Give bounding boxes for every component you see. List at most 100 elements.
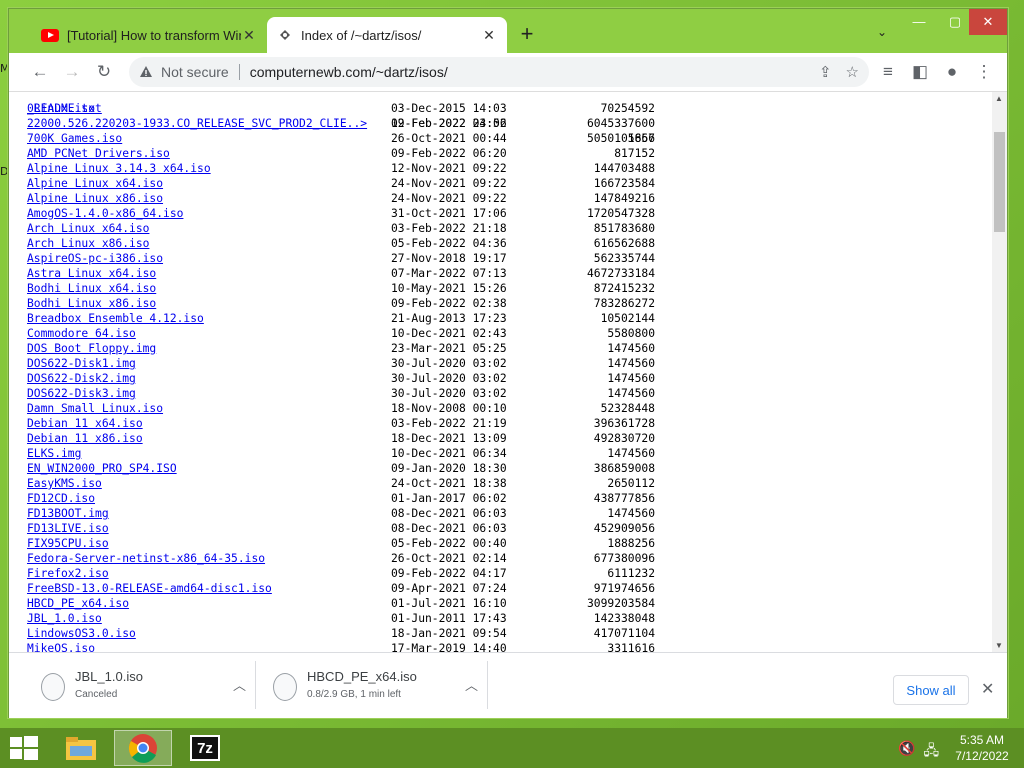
chevron-up-icon[interactable]: ︿ bbox=[465, 675, 478, 694]
file-link[interactable]: JBL_1.0.iso bbox=[27, 611, 102, 626]
file-date: 09-Apr-2021 07:24 bbox=[391, 582, 507, 595]
file-link[interactable]: Bodhi Linux x86.iso bbox=[27, 296, 156, 311]
show-all-button[interactable]: Show all bbox=[893, 675, 969, 705]
forward-arrow-icon[interactable]: → bbox=[61, 61, 83, 83]
download-item[interactable]: HBCD_PE_x64.iso 0.8/2.9 GB, 1 min left ︿ bbox=[257, 661, 488, 709]
clock[interactable]: 5:35 AM 7/12/2022 bbox=[950, 732, 1014, 764]
file-link[interactable]: AMD PCNet Drivers.iso bbox=[27, 146, 170, 161]
file-link[interactable]: Breadbox Ensemble 4.12.iso bbox=[27, 311, 204, 326]
close-tab-icon[interactable]: ✕ bbox=[241, 27, 257, 44]
file-date: 10-May-2021 15:26 bbox=[391, 282, 507, 295]
side-panel-icon[interactable]: ◧ bbox=[909, 61, 931, 83]
list-item: AmogOS-1.4.0-x86_64.iso 31-Oct-2021 17:06… bbox=[27, 206, 655, 221]
close-tab-icon[interactable]: ✕ bbox=[481, 27, 497, 44]
file-date: 24-Nov-2021 09:22 bbox=[391, 192, 507, 205]
tab-tutorial[interactable]: [Tutorial] How to transform Wind ✕ bbox=[31, 17, 267, 53]
url-text[interactable]: computernewb.com/~dartz/isos/ bbox=[250, 64, 448, 80]
file-link[interactable]: 22000.526.220203-1933.CO_RELEASE_SVC_PRO… bbox=[27, 116, 367, 131]
warning-icon[interactable] bbox=[139, 65, 153, 79]
file-link[interactable]: 0Linux.iso bbox=[27, 101, 95, 116]
file-link[interactable]: Arch Linux x86.iso bbox=[27, 236, 149, 251]
tab-index[interactable]: Index of /~dartz/isos/ ✕ bbox=[267, 17, 507, 53]
file-link[interactable]: Damn Small Linux.iso bbox=[27, 401, 163, 416]
file-link[interactable]: 700K Games.iso bbox=[27, 131, 122, 146]
share-icon[interactable]: ⇪ bbox=[819, 63, 832, 81]
file-link[interactable]: ELKS.img bbox=[27, 446, 81, 461]
file-link[interactable]: LindowsOS3.0.iso bbox=[27, 626, 136, 641]
file-link[interactable]: AmogOS-1.4.0-x86_64.iso bbox=[27, 206, 183, 221]
file-link[interactable]: Fedora-Server-netinst-x86_64-35.iso bbox=[27, 551, 265, 566]
scroll-up-icon[interactable]: ▲ bbox=[995, 94, 1003, 103]
chrome-icon[interactable] bbox=[114, 730, 172, 766]
address-bar[interactable]: Not secure computernewb.com/~dartz/isos/… bbox=[129, 57, 869, 87]
close-icon[interactable]: ✕ bbox=[981, 679, 994, 699]
new-tab-button[interactable]: + bbox=[517, 23, 537, 45]
profile-avatar-icon[interactable]: ● bbox=[941, 61, 963, 83]
file-link[interactable]: Commodore 64.iso bbox=[27, 326, 136, 341]
file-size: 70254592 bbox=[600, 102, 655, 115]
file-date: 03-Feb-2022 21:19 bbox=[391, 417, 507, 430]
file-link[interactable]: FD13LIVE.iso bbox=[27, 521, 109, 536]
file-link[interactable]: Alpine Linux x64.iso bbox=[27, 176, 163, 191]
file-size: 417071104 bbox=[593, 627, 655, 640]
file-date: 05-Feb-2022 00:40 bbox=[391, 537, 507, 550]
file-link[interactable]: HBCD_PE_x64.iso bbox=[27, 596, 129, 611]
file-date: 17-Mar-2019 14:40 bbox=[391, 642, 507, 652]
file-link[interactable]: Bodhi Linux x64.iso bbox=[27, 281, 156, 296]
vertical-scrollbar[interactable]: ▲ ▼ bbox=[992, 92, 1007, 652]
file-size: 1474560 bbox=[607, 387, 655, 400]
file-link[interactable]: FD12CD.iso bbox=[27, 491, 95, 506]
7zip-icon[interactable]: 7z bbox=[176, 730, 234, 766]
menu-kebab-icon[interactable]: ⋮ bbox=[973, 61, 995, 83]
file-date: 12-Feb-2022 23:56 bbox=[391, 117, 507, 130]
list-item: Commodore 64.iso 10-Dec-2021 02:43 5580800 bbox=[27, 326, 655, 341]
scrollbar-thumb[interactable] bbox=[994, 132, 1005, 232]
file-link[interactable]: Alpine Linux 3.14.3 x64.iso bbox=[27, 161, 211, 176]
windows-start-icon[interactable] bbox=[10, 736, 38, 760]
list-item: JBL_1.0.iso 01-Jun-2011 17:43 142338048 bbox=[27, 611, 655, 626]
file-link[interactable]: EasyKMS.iso bbox=[27, 476, 102, 491]
list-item: Bodhi Linux x86.iso 09-Feb-2022 02:38 7832… bbox=[27, 296, 655, 311]
toolbar: ← → ↻ Not secure computernewb.com/~dartz… bbox=[9, 53, 1007, 92]
file-link[interactable]: DOS Boot Floppy.img bbox=[27, 341, 156, 356]
file-link[interactable]: DOS622-Disk2.img bbox=[27, 371, 136, 386]
list-item: AMD PCNet Drivers.iso 09-Feb-2022 06:20 81… bbox=[27, 146, 655, 161]
media-control-icon[interactable]: ≡ bbox=[877, 61, 899, 83]
file-link[interactable]: FreeBSD-13.0-RELEASE-amd64-disc1.iso bbox=[27, 581, 272, 596]
file-link[interactable]: Astra Linux x64.iso bbox=[27, 266, 156, 281]
file-link[interactable]: Debian 11 x86.iso bbox=[27, 431, 143, 446]
file-link[interactable]: Firefox2.iso bbox=[27, 566, 109, 581]
file-date: 09-Feb-2022 06:20 bbox=[391, 147, 507, 160]
chevron-up-icon[interactable]: ︿ bbox=[233, 675, 246, 694]
file-date: 09-Jan-2020 18:30 bbox=[391, 462, 507, 475]
file-link[interactable]: Alpine Linux x86.iso bbox=[27, 191, 163, 206]
file-link[interactable]: DOS622-Disk1.img bbox=[27, 356, 136, 371]
file-link[interactable]: DOS622-Disk3.img bbox=[27, 386, 136, 401]
list-item: ELKS.img 10-Dec-2021 06:34 1474560 bbox=[27, 446, 655, 461]
file-link[interactable]: MikeOS.iso bbox=[27, 641, 95, 652]
file-link[interactable]: EN_WIN2000_PRO_SP4.ISO bbox=[27, 461, 177, 476]
volume-muted-icon[interactable]: 🔇 bbox=[898, 740, 915, 764]
file-link[interactable]: AspireOS-pc-i386.iso bbox=[27, 251, 163, 266]
file-explorer-icon[interactable] bbox=[52, 730, 110, 766]
scroll-down-icon[interactable]: ▼ bbox=[995, 641, 1003, 650]
file-link[interactable]: Arch Linux x64.iso bbox=[27, 221, 149, 236]
list-item: EN_WIN2000_PRO_SP4.ISO 09-Jan-2020 18:30 3… bbox=[27, 461, 655, 476]
directory-listing: _README.txt 09-Feb-2022 04:02 1667 0Linu… bbox=[27, 92, 655, 652]
file-date: 05-Feb-2022 04:36 bbox=[391, 237, 507, 250]
maximize-button[interactable]: ▢ bbox=[937, 9, 973, 35]
download-item[interactable]: JBL_1.0.iso Canceled ︿ bbox=[25, 661, 256, 709]
close-window-button[interactable]: ✕ bbox=[969, 9, 1007, 35]
page-content: _README.txt 09-Feb-2022 04:02 1667 0Linu… bbox=[9, 92, 992, 652]
file-link[interactable]: Debian 11 x64.iso bbox=[27, 416, 143, 431]
tab-search-icon[interactable]: ⌄ bbox=[877, 25, 887, 39]
file-link[interactable]: FIX95CPU.iso bbox=[27, 536, 109, 551]
back-arrow-icon[interactable]: ← bbox=[29, 61, 51, 83]
network-icon[interactable]: 🖧 bbox=[923, 740, 939, 764]
bookmark-star-icon[interactable]: ☆ bbox=[846, 63, 859, 81]
file-date: 23-Mar-2021 05:25 bbox=[391, 342, 507, 355]
file-date: 18-Nov-2008 00:10 bbox=[391, 402, 507, 415]
file-link[interactable]: FD13BOOT.img bbox=[27, 506, 109, 521]
minimize-button[interactable]: — bbox=[901, 9, 937, 35]
reload-icon[interactable]: ↻ bbox=[93, 61, 115, 83]
